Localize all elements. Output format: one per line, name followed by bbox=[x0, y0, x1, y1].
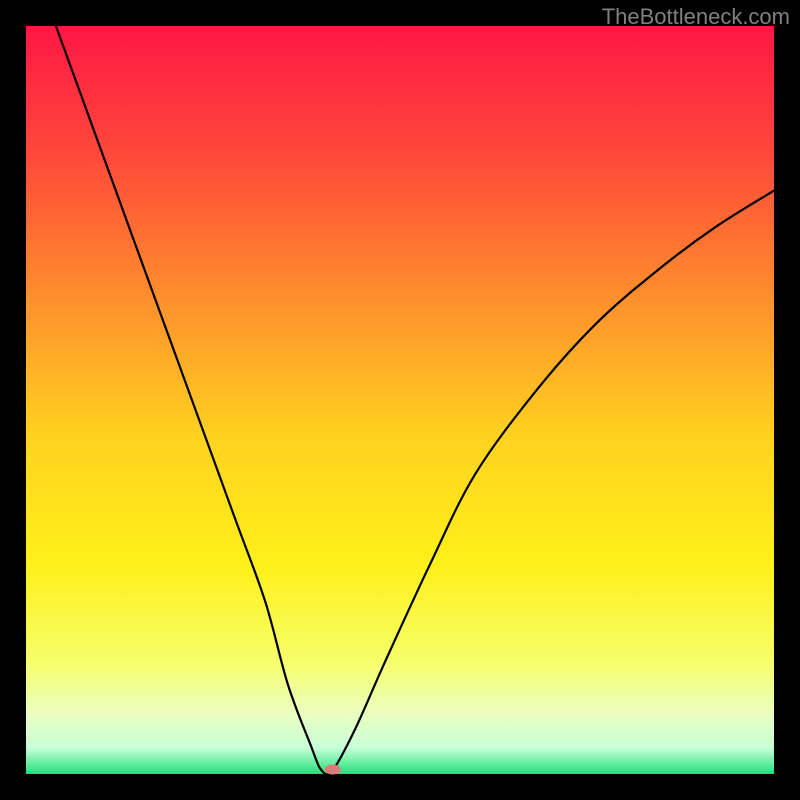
bottleneck-chart bbox=[0, 0, 800, 800]
plot-area bbox=[26, 26, 774, 774]
chart-container: TheBottleneck.com bbox=[0, 0, 800, 800]
watermark-text: TheBottleneck.com bbox=[602, 4, 790, 30]
optimal-point-marker bbox=[325, 765, 341, 775]
